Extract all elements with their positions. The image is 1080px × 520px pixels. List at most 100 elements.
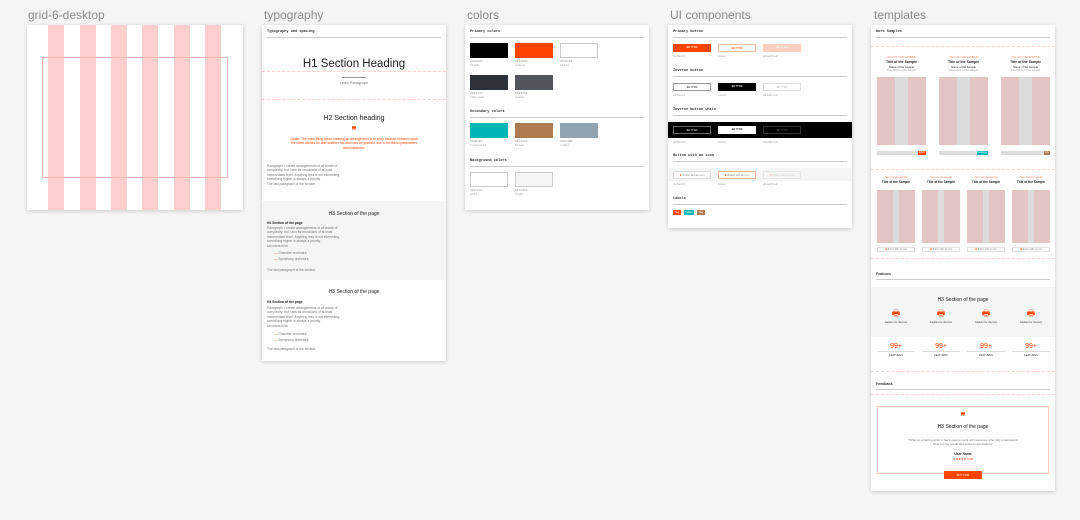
primary-button-disabled: BUTTON (763, 44, 801, 52)
small-card[interactable]: Tag of small sample Title of the Sample (967, 176, 1005, 184)
card-progress: Features (939, 151, 988, 155)
artboard-label-grid[interactable]: grid-6-desktop (28, 8, 105, 22)
section-band: H3 Section of the page H4 Section of the… (262, 201, 446, 280)
feature-caption: Caption for the icon (1019, 321, 1043, 324)
icon-button[interactable]: ✚ Button with an icon (967, 247, 1005, 252)
small-card[interactable]: Tag of small sample Title of the Sample (877, 176, 915, 184)
quote-text: Quote. The main thing about creating an … (290, 137, 418, 150)
section-title: Primary button (673, 30, 847, 38)
artboard-typography[interactable]: Typography and spacing H1 Section Headin… (262, 25, 446, 361)
list-title: Unordered list: (267, 244, 289, 248)
artboard-templates[interactable]: Work Samples Features H3 Section of the … (871, 25, 1055, 491)
state-label: hover (718, 94, 728, 97)
color-swatch-slate[interactable] (515, 75, 553, 90)
paragraph: The last paragraph of the section. (267, 268, 317, 272)
inverse-button-disabled: BUTTON (763, 83, 801, 91)
inverse-button-default[interactable]: BUTTON (673, 83, 711, 91)
color-swatch-white[interactable] (470, 172, 508, 187)
small-card[interactable]: Tag of small sample Title of the Sample (1012, 176, 1050, 184)
card-title: Title of the Sample (881, 180, 911, 184)
artboard-label-templates[interactable]: templates (874, 8, 926, 22)
stat-label: FEATURES (934, 354, 948, 357)
artboard-ui-components[interactable]: Primary button BUTTON BUTTON BUTTON defa… (668, 25, 852, 228)
artboard-label-typography[interactable]: typography (264, 8, 323, 22)
inverse-white-button-hover[interactable]: BUTTON (718, 126, 756, 134)
list-title: Unordered list: (267, 324, 289, 328)
work-card[interactable]: TAG OF THE SAMPLE Title of the Sample Na… (877, 55, 926, 72)
stat-item: 99+ FEATURES (922, 343, 960, 357)
icon-button[interactable]: ✚ Button with an icon (922, 247, 960, 252)
card-tag: Tag of small sample (884, 176, 908, 179)
state-label: hover (718, 55, 728, 58)
card-progress: Info (1001, 151, 1050, 155)
card-image-placeholder (939, 77, 988, 145)
h3-heading: H3 Section of the page (937, 424, 989, 430)
artboard-grid[interactable] (27, 25, 243, 210)
primary-button-hover[interactable]: BUTTON (718, 44, 756, 52)
buy-button[interactable]: BUY FOR (944, 471, 982, 479)
feature-caption: Caption for the icon (929, 321, 953, 324)
color-swatch-black[interactable] (470, 43, 508, 58)
paragraph: The last paragraph of the section. (267, 347, 317, 351)
label-tag-turquoise: Label (684, 210, 694, 215)
printer-icon: 🖶 (981, 308, 991, 318)
divider (871, 371, 1055, 372)
card-title: Title of the Sample (926, 180, 956, 184)
color-swatch-orange[interactable] (515, 43, 553, 58)
color-name: slate (515, 96, 525, 99)
color-name: orange (515, 64, 526, 67)
color-swatch-charcoal[interactable] (470, 75, 508, 90)
section-title: Feedback (876, 382, 1050, 390)
stat-label: FEATURES (1024, 354, 1038, 357)
divider (262, 99, 446, 100)
user-name: User Name (954, 452, 972, 456)
rating: ★★★★★ 5.00 (952, 457, 974, 461)
h4-heading: H4 Section of the page (267, 221, 303, 225)
icon-button-default[interactable]: ✚ Button with an icon (673, 171, 711, 179)
color-swatch-rocky[interactable] (560, 123, 598, 138)
divider (871, 258, 1055, 259)
color-swatch-light[interactable] (515, 172, 553, 187)
color-swatch-brown[interactable] (515, 123, 553, 138)
primary-button-default[interactable]: BUTTON (673, 44, 711, 52)
card-title: Title of the Sample (1009, 60, 1042, 64)
inverse-button-hover[interactable]: BUTTON (718, 83, 756, 91)
quote-icon: ❞ (960, 411, 966, 421)
icon-button[interactable]: ✚ Button with an icon (877, 247, 915, 252)
inverse-white-button-disabled: BUTTON (763, 126, 801, 134)
color-name: brown (515, 144, 525, 147)
color-name: rocky (560, 144, 570, 147)
stat-value: 99+ (877, 343, 915, 352)
divider (871, 394, 1055, 395)
icon-button[interactable]: ✚ Button with an icon (1012, 247, 1050, 252)
color-swatch-turquoise[interactable] (470, 123, 508, 138)
label-tag-orange: Tag (673, 210, 681, 215)
inverse-white-button-default[interactable]: BUTTON (673, 126, 711, 134)
section-title: Background colors (470, 159, 644, 167)
stat-label: FEATURES (889, 354, 903, 357)
card-title: Title of the Sample (1016, 180, 1046, 184)
color-swatch-white[interactable] (560, 43, 598, 58)
card-tag: TAG OF THE SAMPLE (887, 55, 916, 59)
paragraph: Paragraph. I create arrangements of all … (267, 306, 340, 323)
divider (262, 71, 446, 72)
divider (342, 77, 366, 78)
feature-item: 🖶 Caption for the icon (922, 308, 960, 324)
artboard-label-ui[interactable]: UI components (670, 8, 751, 22)
artboard-label-colors[interactable]: colors (467, 8, 499, 22)
h4-heading: H4 Section of the page (267, 300, 303, 304)
artboard-colors[interactable]: Primary colors #000000 black #FF4500 ora… (465, 25, 649, 210)
stat-value: 99+ (922, 343, 960, 352)
icon-button-disabled: ✚ Button with an icon (763, 171, 801, 179)
small-card[interactable]: Tag of small sample Title of the Sample (922, 176, 960, 184)
card-image-placeholder (922, 190, 960, 243)
card-image-placeholder (1012, 190, 1050, 243)
feedback-card: ❞ H3 Section of the page "What an amazin… (877, 406, 1049, 474)
color-name: white (560, 64, 570, 67)
h3-heading: H3 Section of the page (937, 297, 989, 303)
work-card[interactable]: TAG OF THE SAMPLE Title of the Sample Na… (939, 55, 988, 72)
state-label: disabled (763, 94, 778, 97)
card-image-placeholder (877, 190, 915, 243)
icon-button-hover[interactable]: ✚ Button with an icon (718, 171, 756, 179)
work-card[interactable]: TAG OF THE SAMPLE Title of the Sample Na… (1001, 55, 1050, 72)
